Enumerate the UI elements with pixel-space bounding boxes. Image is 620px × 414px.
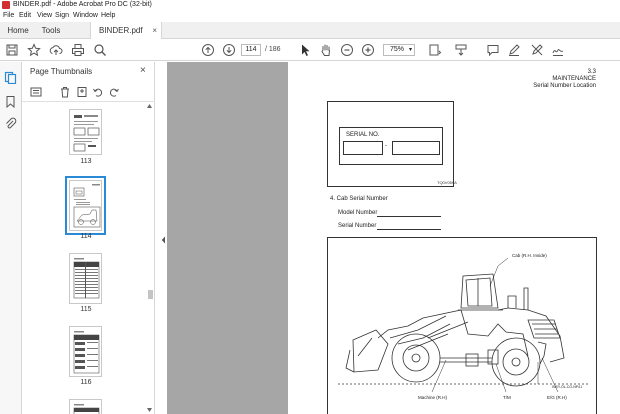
- page-thumbnail[interactable]: [69, 326, 102, 377]
- tab-tools[interactable]: Tools: [36, 22, 66, 39]
- bookmarks-icon[interactable]: [4, 95, 17, 108]
- hand-icon[interactable]: [319, 43, 333, 57]
- tab-home[interactable]: Home: [0, 22, 36, 39]
- thumbnail-toolbar: [22, 82, 155, 102]
- page-thumbnails-panel: Page Thumbnails × 113 114 115 116: [22, 62, 155, 414]
- tab-close-button[interactable]: ×: [152, 22, 157, 39]
- serial-plate-label: SERIAL NO.: [346, 132, 380, 138]
- serial-dash: -: [385, 143, 387, 149]
- delete-page-icon[interactable]: [59, 86, 71, 98]
- tab-bar: Home Tools BINDER.pdf ×: [0, 22, 620, 39]
- pdf-page: 3.3 MAINTENANCE Serial Number Location S…: [288, 62, 620, 414]
- save-icon[interactable]: [5, 43, 19, 57]
- serial-plate-figure: SERIAL NO. - TQ0V059A: [327, 101, 457, 187]
- serial-number-label: Serial Number: [338, 223, 377, 229]
- title-bar: BINDER.pdf - Adobe Acrobat Pro DC (32-bi…: [0, 0, 620, 10]
- panel-close-button[interactable]: ×: [140, 65, 146, 76]
- serial-number-line: [377, 229, 441, 230]
- page-thumbnail[interactable]: [69, 109, 102, 155]
- insert-page-icon[interactable]: [76, 86, 88, 98]
- menu-window[interactable]: Window: [73, 10, 98, 22]
- page-number-input[interactable]: 114: [241, 44, 261, 56]
- figure-code: TQ0V059A: [437, 180, 457, 185]
- callout-tm: T/M: [503, 395, 511, 400]
- callout-small-code: INSY-OL-CO-NP41: [552, 385, 583, 389]
- clear-pen-icon[interactable]: [530, 43, 544, 57]
- scroll-mode-icon[interactable]: [454, 43, 468, 57]
- bookmark-star-icon[interactable]: [27, 43, 41, 57]
- menu-view[interactable]: View: [37, 10, 52, 22]
- document-viewport: [167, 62, 288, 414]
- window-title: BINDER.pdf - Adobe Acrobat Pro DC (32-bi…: [13, 1, 152, 8]
- highlight-pen-icon[interactable]: [507, 43, 521, 57]
- menu-sign[interactable]: Sign: [55, 10, 69, 22]
- options-menu-icon[interactable]: [30, 86, 42, 98]
- print-icon[interactable]: [71, 43, 85, 57]
- rotate-cw-icon[interactable]: [108, 86, 120, 98]
- thumbnail-label: 115: [80, 306, 92, 313]
- thumbnail-label: 114: [80, 233, 92, 240]
- callout-machine: Machine (R.H): [418, 395, 448, 400]
- sign-icon[interactable]: [551, 43, 565, 57]
- serial-field-left: [343, 141, 383, 155]
- chevron-down-icon: ▾: [408, 47, 412, 53]
- cloud-upload-icon[interactable]: [49, 43, 63, 57]
- page-thumbnails-icon[interactable]: [4, 71, 17, 84]
- menu-bar: File Edit View Sign Window Help: [0, 10, 620, 22]
- zoom-select[interactable]: 75% ▾: [383, 44, 415, 56]
- scrollbar-thumb[interactable]: [148, 290, 153, 299]
- page-thumbnail[interactable]: [69, 399, 102, 414]
- serial-plate: SERIAL NO. -: [339, 127, 443, 165]
- acrobat-logo-icon: [2, 1, 10, 9]
- search-icon[interactable]: [93, 43, 107, 57]
- left-navigation-bar: [0, 62, 22, 414]
- wheel-loader-figure: Cab (R.H. Inside) Machine (R.H) T/M E/G …: [327, 237, 597, 414]
- page-count: / 186: [265, 46, 281, 53]
- page-up-icon[interactable]: [201, 43, 215, 57]
- attachments-icon[interactable]: [4, 117, 17, 130]
- comment-icon[interactable]: [486, 43, 500, 57]
- page-subtitle: Serial Number Location: [533, 83, 596, 89]
- tab-document-label: BINDER.pdf: [99, 26, 143, 35]
- zoom-value: 75%: [390, 46, 405, 53]
- collapse-panel-icon[interactable]: [161, 236, 166, 244]
- select-cursor-icon[interactable]: [298, 43, 312, 57]
- thumbnail-scrollbar[interactable]: [146, 102, 153, 414]
- menu-help[interactable]: Help: [101, 10, 115, 22]
- tab-document[interactable]: BINDER.pdf ×: [90, 22, 162, 39]
- zoom-in-icon[interactable]: [361, 43, 375, 57]
- panel-title: Page Thumbnails: [30, 67, 93, 76]
- rotate-ccw-icon[interactable]: [92, 86, 104, 98]
- page-thumbnail-selected[interactable]: [65, 176, 106, 235]
- menu-file[interactable]: File: [3, 10, 14, 22]
- callout-cab: Cab (R.H. Inside): [512, 253, 547, 258]
- model-number-label: Model Number: [338, 210, 378, 216]
- chapter-title: MAINTENANCE: [552, 76, 596, 82]
- page-down-icon[interactable]: [222, 43, 236, 57]
- page-thumbnail[interactable]: [69, 253, 102, 304]
- cab-serial-heading: 4. Cab Serial Number: [330, 196, 388, 202]
- menu-edit[interactable]: Edit: [19, 10, 31, 22]
- zoom-out-icon[interactable]: [340, 43, 354, 57]
- thumbnail-label: 113: [80, 158, 92, 165]
- page-fit-icon[interactable]: [428, 43, 442, 57]
- main-toolbar: 114 / 186 75% ▾: [0, 39, 620, 61]
- serial-field-right: [392, 141, 440, 155]
- thumbnail-label: 116: [80, 379, 92, 386]
- section-number: 3.3: [587, 69, 596, 75]
- callout-eg: E/G (R.H): [547, 395, 567, 400]
- model-number-line: [377, 216, 441, 217]
